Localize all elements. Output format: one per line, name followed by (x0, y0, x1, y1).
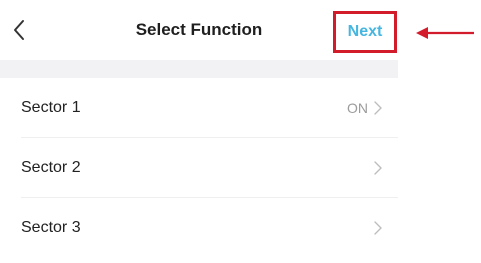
sector-label: Sector 2 (21, 159, 81, 176)
app-screen: Select Function Next Sector 1 ON Sector … (0, 0, 398, 263)
section-gap (0, 60, 398, 78)
sector-label: Sector 3 (21, 219, 81, 236)
arrow-left-icon (416, 27, 474, 39)
chevron-right-icon (374, 161, 382, 175)
sector-label: Sector 1 (21, 99, 81, 116)
sector-row-1[interactable]: Sector 1 ON (0, 78, 398, 138)
navigation-bar: Select Function Next (0, 0, 398, 60)
back-button[interactable] (10, 18, 30, 42)
sector-row-3[interactable]: Sector 3 (0, 198, 398, 258)
chevron-right-icon (374, 221, 382, 235)
chevron-right-icon (374, 101, 382, 115)
next-button[interactable]: Next (333, 11, 397, 53)
sector-row-2[interactable]: Sector 2 (0, 138, 398, 198)
screenshot-stage: Select Function Next Sector 1 ON Sector … (0, 0, 481, 263)
sector-status: ON (347, 100, 368, 116)
chevron-left-icon (14, 20, 24, 40)
sector-list: Sector 1 ON Sector 2 Sector 3 (0, 78, 398, 258)
